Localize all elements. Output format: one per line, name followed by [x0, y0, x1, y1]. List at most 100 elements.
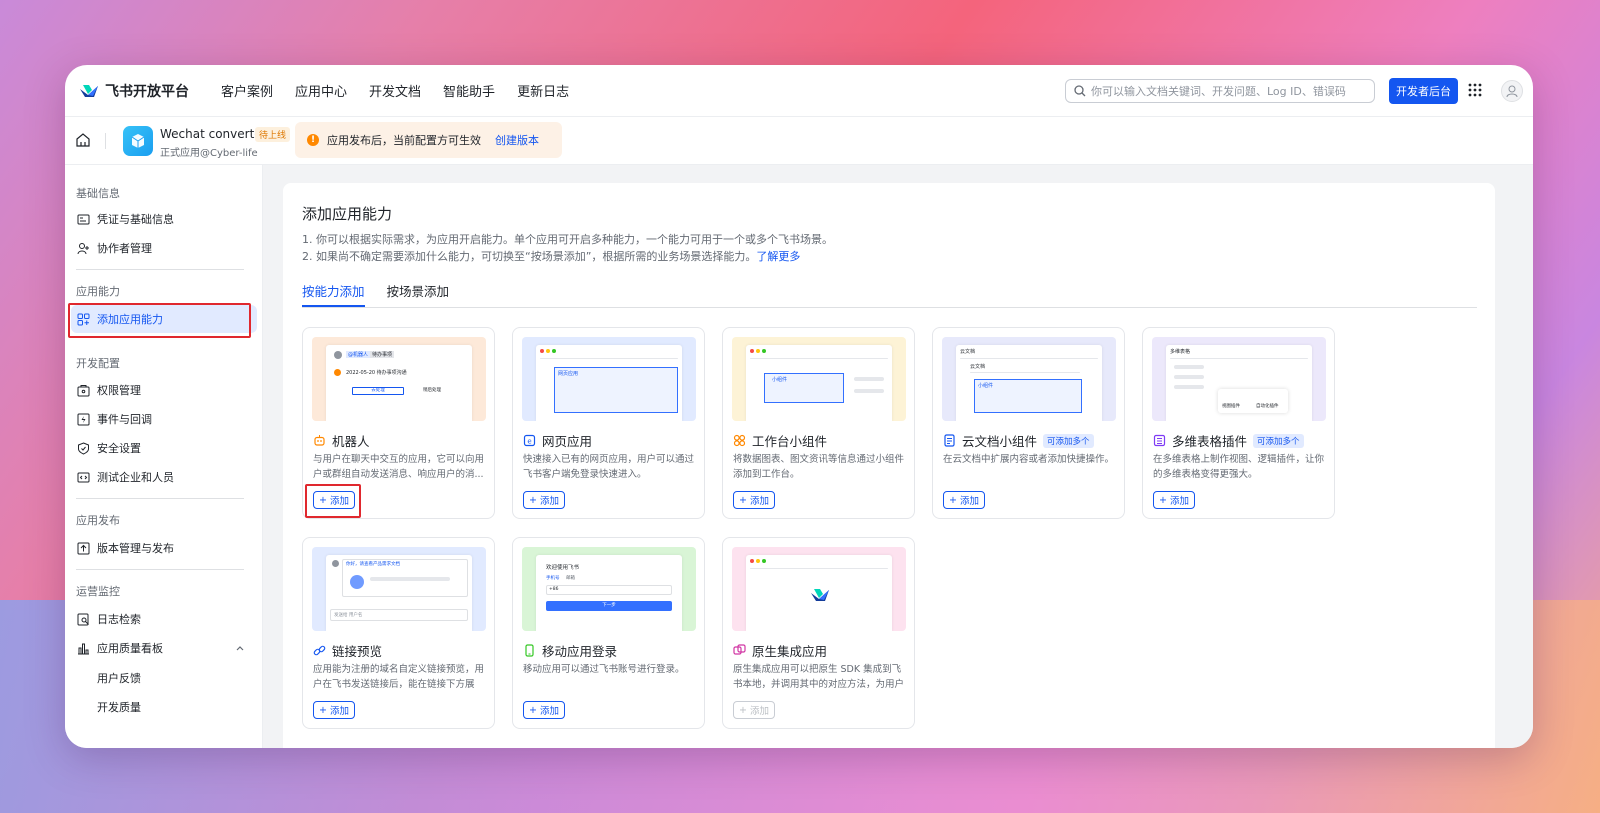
add-web-app-button[interactable]: + 添加 — [523, 491, 565, 509]
description-line-1: 1. 你可以根据实际需求，为应用开启能力。单个应用可开启多种能力，一个能力可用于… — [302, 233, 833, 246]
capability-card-bot: @机器人 待办事项 2022-05-20 待办事项沟通 去处理 稍后处理 机器人… — [302, 327, 495, 519]
plus-icon: + — [1159, 494, 1170, 506]
preview-text: 云文档 — [960, 349, 976, 355]
tab-by-capability[interactable]: 按能力添加 — [302, 281, 365, 307]
event-icon — [77, 413, 90, 425]
search-box[interactable] — [1065, 79, 1375, 103]
section-release: 应用发布 — [76, 514, 120, 527]
developer-console-button[interactable]: 开发者后台 — [1389, 78, 1458, 104]
preview-text: 视图插件 — [1222, 404, 1240, 409]
preview-text: 多维表格 — [1170, 349, 1191, 355]
learn-more-link[interactable]: 了解更多 — [756, 250, 800, 263]
sidebar-item-credentials[interactable]: 凭证与基础信息 — [71, 205, 257, 233]
nav-app-center[interactable]: 应用中心 — [295, 81, 347, 100]
section-basic: 基础信息 — [76, 187, 120, 200]
sidebar-item-security[interactable]: 安全设置 — [71, 434, 257, 462]
app-status-badge: 待上线 — [255, 127, 291, 142]
preview-tag: @机器人 — [346, 351, 371, 358]
plugin-popup — [1218, 389, 1288, 413]
plus-icon: + — [949, 494, 960, 506]
separator — [750, 358, 888, 359]
avatar — [332, 560, 339, 567]
preview-text: 邮箱 — [566, 576, 575, 581]
upload-box-icon — [77, 542, 90, 554]
preview-button: 去处理 — [352, 387, 404, 395]
web-app-preview: 网页应用 — [522, 337, 696, 421]
window-dot — [756, 559, 760, 563]
sidebar-item-label: 协作者管理 — [97, 242, 152, 255]
sidebar-item-versions[interactable]: 版本管理与发布 — [71, 534, 257, 562]
add-widget-button[interactable]: + 添加 — [733, 491, 775, 509]
apps-grid-icon[interactable] — [1467, 82, 1483, 98]
preview-text: 发送给 用户名 — [334, 613, 363, 618]
nav-ai-assistant[interactable]: 智能助手 — [443, 81, 495, 100]
preview-text: 小组件 — [772, 377, 788, 383]
capability-card-doc-widget: 云文档 云文档 小组件 云文档小组件 可添加多个 在云文档中扩展内容或者添加快捷… — [932, 327, 1125, 519]
nav-changelog[interactable]: 更新日志 — [517, 81, 569, 100]
sidebar-divider — [76, 498, 244, 499]
add-doc-widget-button[interactable]: + 添加 — [943, 491, 985, 509]
separator — [1170, 358, 1308, 359]
plus-icon: + — [739, 704, 750, 716]
capability-card-native-app: 原生集成应用 原生集成应用可以把原生 SDK 集成到飞书本地，并调用其中的对应方… — [722, 537, 915, 729]
card-title-text: 网页应用 — [542, 434, 593, 449]
tab-by-scenario[interactable]: 按场景添加 — [387, 281, 450, 307]
preview-text: 你好，请查看产品需求文档 — [346, 562, 400, 567]
sidebar-item-add-capability[interactable]: 添加应用能力 — [71, 305, 257, 333]
avatar — [334, 351, 342, 359]
search-input[interactable] — [1091, 84, 1361, 98]
preview-window: 多维表格 视图插件 自动化插件 — [1166, 345, 1312, 421]
create-version-link[interactable]: 创建版本 — [495, 132, 539, 148]
card-description: 在云文档中扩展内容或者添加快捷操作。 — [943, 454, 1115, 465]
sidebar-item-log-search[interactable]: 日志检索 — [71, 605, 257, 633]
cursor-dot — [350, 575, 364, 589]
add-mobile-login-button[interactable]: + 添加 — [523, 701, 565, 719]
app-header: Wechat converter 待上线 正式应用@Cyber-life ! 应… — [65, 117, 1533, 165]
app-subtitle: 正式应用@Cyber-life — [160, 148, 258, 159]
page-title: 添加应用能力 — [302, 205, 393, 223]
sidebar-item-collaborators[interactable]: 协作者管理 — [71, 234, 257, 262]
home-icon[interactable] — [75, 132, 91, 148]
preview-window: 小组件 — [746, 345, 892, 421]
plus-icon: + — [739, 494, 750, 506]
sidebar-item-label: 日志检索 — [97, 613, 141, 626]
add-bitable-plugin-button[interactable]: + 添加 — [1153, 491, 1195, 509]
sidebar-item-permissions[interactable]: 权限管理 — [71, 376, 257, 404]
chevron-up-icon[interactable] — [235, 643, 245, 653]
description-text: 2. 如果尚不确定需要添加什么能力，可切换至“按场景添加”，根据所需的业务场景选… — [302, 250, 757, 263]
sidebar-item-test-company[interactable]: 测试企业和人员 — [71, 463, 257, 491]
tab-bar: 按能力添加 按场景添加 — [302, 281, 471, 307]
mobile-login-preview: 欢迎使用飞书 手机号 邮箱 +86 下一步 — [522, 547, 696, 631]
add-link-preview-button[interactable]: + 添加 — [313, 701, 355, 719]
preview-text: 手机号 — [546, 576, 560, 581]
add-bot-button[interactable]: + 添加 — [313, 491, 355, 509]
window-dot — [762, 349, 766, 353]
app-name: Wechat converter — [160, 127, 267, 141]
sidebar-item-label: 版本管理与发布 — [97, 542, 174, 555]
nav-customer-cases[interactable]: 客户案例 — [221, 81, 273, 100]
section-capability: 应用能力 — [76, 285, 120, 298]
window-dot — [762, 559, 766, 563]
preview-text: 网页应用 — [558, 371, 579, 377]
feishu-logo-icon — [811, 589, 829, 601]
sidebar: 基础信息 凭证与基础信息 协作者管理 应用能力 添加应用能力 开发配置 权限管理… — [65, 165, 263, 748]
nav-dev-docs[interactable]: 开发文档 — [369, 81, 421, 100]
user-avatar[interactable] — [1501, 80, 1523, 102]
web-app-icon: e — [523, 434, 536, 447]
plus-icon: + — [319, 704, 330, 716]
placeholder-line — [854, 389, 884, 393]
sidebar-item-label: 凭证与基础信息 — [97, 213, 174, 226]
card-title: 链接预览 — [313, 641, 382, 660]
sidebar-item-events[interactable]: 事件与回调 — [71, 405, 257, 433]
notice-text: 应用发布后，当前配置方可生效 — [327, 134, 481, 147]
user-icon — [1506, 85, 1518, 98]
logo[interactable]: 飞书开放平台 — [79, 81, 189, 101]
bar-chart-icon — [78, 643, 89, 654]
clock-icon — [334, 369, 341, 376]
add-native-app-button[interactable]: + 添加 — [733, 701, 775, 719]
sidebar-item-dev-quality[interactable]: 开发质量 — [97, 699, 141, 715]
preview-text: 2022-05-20 待办事项沟通 — [346, 370, 407, 376]
sidebar-item-quality-board[interactable]: 应用质量看板 — [71, 634, 257, 662]
sidebar-item-user-feedback[interactable]: 用户反馈 — [97, 670, 141, 686]
add-label: 添加 — [539, 706, 559, 717]
